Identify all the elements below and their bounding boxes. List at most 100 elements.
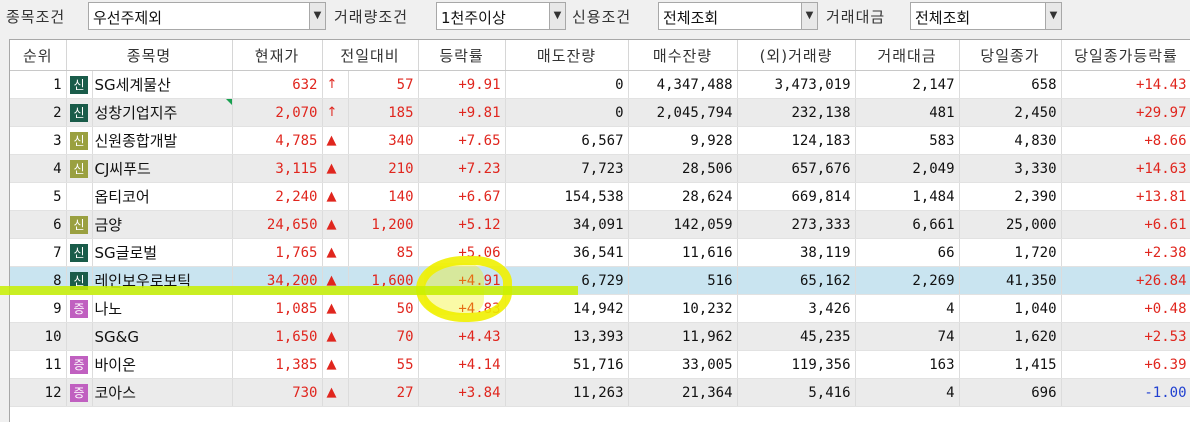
stock-name-text: 나노 [94, 300, 123, 318]
header-ask[interactable]: 매도잔량 [505, 40, 629, 71]
close-cell: 3,330 [959, 154, 1062, 183]
ask-cell-text: 13,393 [572, 328, 624, 345]
table-row[interactable]: 12 증 코아스 730 ▲ 27 +3.84 11,263 21,364 5,416 4 696 -1… [10, 378, 1190, 407]
amount-cell: 4 [855, 294, 960, 323]
change-cell: 185 [348, 98, 419, 127]
stock-name: SG세계물산 [92, 70, 233, 99]
close-rate-cell: +8.66 [1061, 126, 1190, 155]
up-arrow-icon-text: ▲ [326, 301, 337, 316]
bid-cell-text: 4,347,488 [656, 76, 733, 93]
up-arrow-icon-text: ▲ [326, 161, 337, 176]
bid-cell: 2,045,794 [628, 98, 738, 127]
rate-cell: +5.12 [418, 210, 506, 239]
table-row[interactable]: 1 신 SG세계물산 632 ↑ 57 +9.91 0 4,347,488 3,473,019 2,… [10, 70, 1190, 99]
up-arrow-icon-text: ↑ [326, 77, 338, 92]
volume-cell: 119,356 [737, 350, 856, 379]
amount-cell-text: 74 [937, 328, 955, 345]
up-arrow-icon: ▲ [322, 182, 349, 211]
table-row[interactable]: 2 신 성창기업지주 2,070 ↑ 185 +9.81 0 2,045,794 232,138 4… [10, 98, 1190, 127]
up-arrow-icon: ↑ [322, 70, 349, 99]
stock-name-text: 코아스 [94, 384, 136, 402]
close-cell-text: 41,350 [1005, 272, 1057, 289]
rank-cell-text: 4 [53, 160, 62, 177]
rank-cell: 7 [10, 238, 67, 267]
header-close-rate[interactable]: 당일종가등락률 [1061, 40, 1190, 71]
credit-badge-cell: 신 [66, 210, 93, 239]
corner-flag-icon [225, 99, 231, 105]
header-price[interactable]: 현재가 [232, 40, 323, 71]
close-cell: 1,720 [959, 238, 1062, 267]
price-cell: 3,115 [232, 154, 323, 183]
table-row[interactable]: 5 옵티코어 2,240 ▲ 140 +6.67 154,538 28,624 669,814 1… [10, 182, 1190, 211]
up-arrow-icon: ▲ [322, 378, 349, 407]
table-row[interactable]: 9 증 나노 1,085 ▲ 50 +4.83 14,942 10,232 3,426 4 1,040… [10, 294, 1190, 323]
change-cell: 1,200 [348, 210, 419, 239]
volume-cell: 669,814 [737, 182, 856, 211]
up-arrow-icon-text: ▲ [326, 245, 337, 260]
table-row[interactable]: 10 SG&G 1,650 ▲ 70 +4.43 13,393 11,962 45,235 74 1… [10, 322, 1190, 351]
change-cell-text: 70 [396, 328, 414, 345]
price-cell: 24,650 [232, 210, 323, 239]
table-row[interactable]: 7 신 SG글로벌 1,765 ▲ 85 +5.06 36,541 11,616 38,119 66… [10, 238, 1190, 267]
stock-name-text: 옵티코어 [94, 188, 150, 206]
close-rate-cell-text: +8.66 [1144, 132, 1187, 149]
header-amount[interactable]: 거래대금 [855, 40, 960, 71]
close-rate-cell-text: +6.39 [1144, 356, 1187, 373]
stock-name: 코아스 [92, 378, 233, 407]
close-cell-text: 2,390 [1014, 188, 1057, 205]
close-rate-cell-text: +14.43 [1135, 76, 1187, 93]
header-rate[interactable]: 등락률 [418, 40, 506, 71]
bid-cell-text: 11,962 [681, 328, 733, 345]
up-arrow-icon: ▲ [322, 322, 349, 351]
change-cell: 70 [348, 322, 419, 351]
header-rank[interactable]: 순위 [10, 40, 67, 71]
rank-cell: 5 [10, 182, 67, 211]
table-row[interactable]: 11 증 바이온 1,385 ▲ 55 +4.14 51,716 33,005 119,356 16… [10, 350, 1190, 379]
stock-name: SG&G [92, 322, 233, 351]
volume-cell: 657,676 [737, 154, 856, 183]
amount-cell-text: 4 [946, 300, 955, 317]
close-cell-text: 1,415 [1014, 356, 1057, 373]
chevron-down-icon[interactable]: ▼ [1045, 3, 1061, 29]
price-cell-text: 1,085 [275, 300, 318, 317]
credit-badge: 증 [70, 355, 88, 374]
amount-cell: 163 [855, 350, 960, 379]
up-arrow-icon-text: ▲ [326, 189, 337, 204]
bid-cell: 33,005 [628, 350, 738, 379]
chevron-down-icon[interactable]: ▼ [309, 3, 325, 29]
header-change[interactable]: 전일대비 [322, 40, 419, 71]
credit-badge-cell: 신 [66, 154, 93, 183]
ask-cell: 0 [505, 70, 629, 99]
stock-condition-select[interactable]: 우선주제외 ▼ [88, 2, 326, 30]
close-cell-text: 25,000 [1005, 216, 1057, 233]
amount-cell-text: 4 [946, 384, 955, 401]
close-cell-text: 1,720 [1014, 244, 1057, 261]
change-cell-text: 210 [388, 160, 414, 177]
close-cell-text: 3,330 [1014, 160, 1057, 177]
header-bid[interactable]: 매수잔량 [628, 40, 738, 71]
volume-condition-select[interactable]: 1천주이상 ▼ [436, 2, 566, 30]
rank-cell-text: 6 [53, 216, 62, 233]
header-name[interactable]: 종목명 [66, 40, 233, 71]
header-volume[interactable]: (외)거래량 [737, 40, 856, 71]
rank-cell-text: 12 [44, 384, 62, 401]
change-cell: 140 [348, 182, 419, 211]
header-close[interactable]: 당일종가 [959, 40, 1062, 71]
chevron-down-icon[interactable]: ▼ [801, 3, 817, 29]
amount-cell-text: 163 [929, 356, 955, 373]
volume-cell: 273,333 [737, 210, 856, 239]
price-cell-text: 2,240 [275, 188, 318, 205]
close-rate-cell-text: +14.63 [1135, 160, 1187, 177]
rank-cell-text: 11 [44, 356, 62, 373]
table-row[interactable]: 6 신 금양 24,650 ▲ 1,200 +5.12 34,091 142,059 273,33… [10, 210, 1190, 239]
trade-amount-select[interactable]: 전체조회 ▼ [910, 2, 1062, 30]
bid-cell: 10,232 [628, 294, 738, 323]
credit-condition-select[interactable]: 전체조회 ▼ [658, 2, 818, 30]
rate-cell-text: +6.67 [458, 188, 501, 205]
stock-name: 성창기업지주 [92, 98, 233, 127]
table-row[interactable]: 4 신 CJ씨푸드 3,115 ▲ 210 +7.23 7,723 28,506 657,676 2… [10, 154, 1190, 183]
rate-cell: +3.84 [418, 378, 506, 407]
rate-cell: +4.43 [418, 322, 506, 351]
table-row[interactable]: 3 신 신원종합개발 4,785 ▲ 340 +7.65 6,567 9,928 124,183 5… [10, 126, 1190, 155]
chevron-down-icon[interactable]: ▼ [549, 3, 565, 29]
